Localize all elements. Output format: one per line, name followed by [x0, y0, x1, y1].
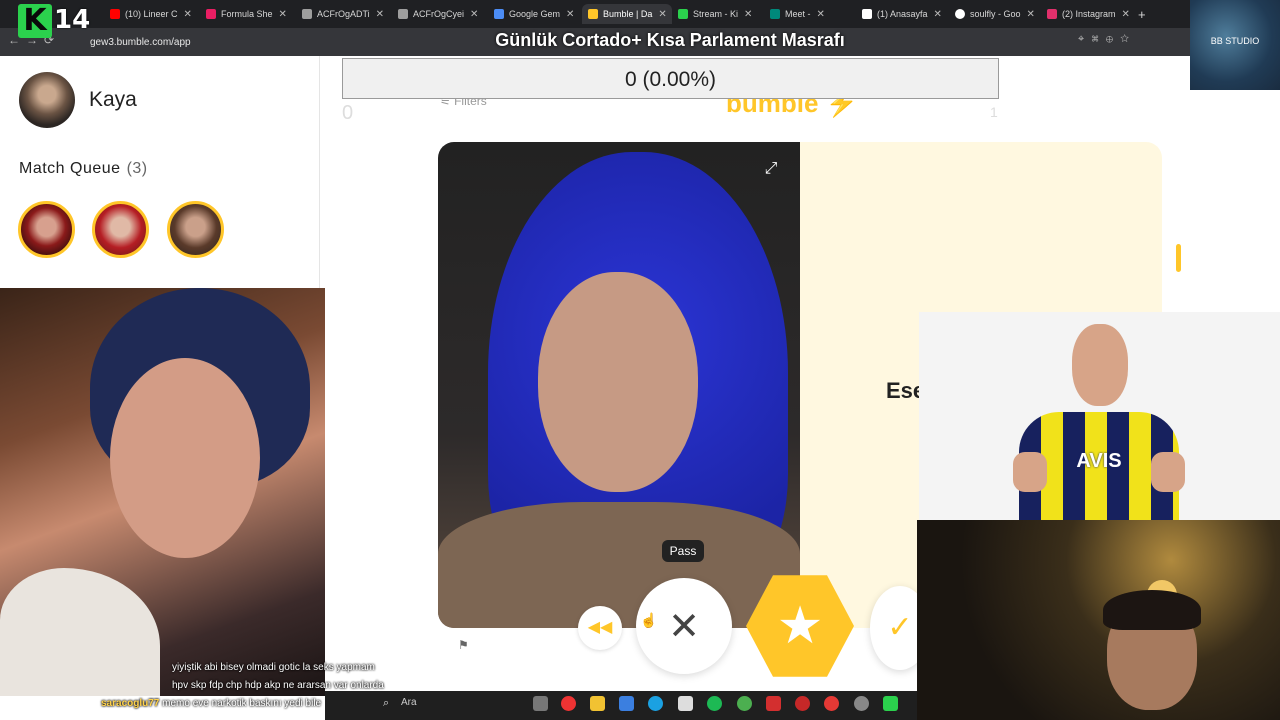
match-queue-count: (3): [126, 160, 148, 177]
browser-tab[interactable]: soulfly - Goo ✕: [955, 4, 1045, 24]
app-icon[interactable]: [883, 696, 898, 711]
cam-face: [110, 358, 260, 558]
check-icon: ✓: [887, 610, 913, 645]
kick-icon: [678, 9, 688, 19]
photo-face: [538, 272, 698, 492]
player-head: [1072, 324, 1128, 406]
store-icon[interactable]: [678, 696, 693, 711]
browser-tab[interactable]: Stream - Ki ✕: [678, 4, 766, 24]
browser-tab[interactable]: Formula She ✕: [206, 4, 302, 24]
scroll-indicator[interactable]: [1176, 244, 1181, 272]
tab-favicon-icon: [206, 9, 216, 19]
search-icon[interactable]: ⌕: [383, 697, 389, 710]
photo-coat: [438, 502, 800, 628]
hand-cursor-icon: ☝: [640, 612, 658, 628]
tab-favicon-icon: [302, 9, 312, 19]
new-tab-button[interactable]: +: [1138, 4, 1152, 24]
browser-tab[interactable]: (10) Lineer C ✕: [110, 4, 206, 24]
expand-icon[interactable]: ⤢: [762, 160, 780, 178]
match-queue-title: Match Queue (3): [19, 160, 148, 178]
close-icon[interactable]: ✕: [744, 9, 752, 20]
browser-tab[interactable]: (2) Instagram ✕: [1047, 4, 1131, 24]
stream-goal-title: Günlük Cortado+ Kısa Parlament Masrafı: [495, 30, 845, 50]
webcam-streamer: [917, 520, 1280, 720]
flag-icon[interactable]: ⚑: [458, 638, 469, 652]
copilot-icon[interactable]: [619, 696, 634, 711]
chat-message: saracoglu77 memo eve narkotik baskını ye…: [101, 698, 322, 709]
chrome-icon[interactable]: [737, 696, 752, 711]
spotify-icon[interactable]: [707, 696, 722, 711]
gemini-icon: [494, 9, 504, 19]
close-icon[interactable]: ✕: [279, 9, 287, 20]
cam-cloth: [0, 568, 160, 696]
youtube-icon: [110, 9, 120, 19]
close-icon: ✕: [668, 604, 700, 648]
left-counter: 0: [342, 102, 354, 124]
chat-message: yiyiştik abi bisey olmadi gotic la seks …: [172, 662, 375, 673]
profile-photo[interactable]: [438, 142, 800, 628]
close-icon[interactable]: ✕: [1027, 9, 1035, 20]
browser-tab[interactable]: (1) Anasayfa ✕: [862, 4, 954, 24]
close-icon[interactable]: ✕: [376, 9, 384, 20]
close-icon[interactable]: ✕: [1122, 9, 1130, 20]
taskbar-search[interactable]: Ara: [401, 697, 417, 708]
app-icon[interactable]: [854, 696, 869, 711]
tab-favicon-icon: [398, 9, 408, 19]
x-icon: [862, 9, 872, 19]
acrobat-icon[interactable]: [766, 696, 781, 711]
chrome-icon[interactable]: [561, 696, 576, 711]
pass-tooltip: Pass: [662, 540, 704, 562]
kick-logo: K: [18, 4, 52, 38]
username[interactable]: Kaya: [89, 88, 137, 112]
task-view-icon[interactable]: [533, 696, 548, 711]
player-hand: [1013, 452, 1047, 492]
logo-number: 14: [54, 5, 91, 35]
close-icon[interactable]: ✕: [817, 9, 825, 20]
streamer-hair: [1103, 590, 1201, 630]
close-icon[interactable]: ✕: [658, 9, 666, 20]
match-queue-avatar[interactable]: [92, 201, 149, 258]
browser-tab[interactable]: Google Gem ✕: [494, 4, 582, 24]
close-icon[interactable]: ✕: [470, 9, 478, 20]
close-icon[interactable]: ✕: [566, 9, 574, 20]
folder-icon[interactable]: [590, 696, 605, 711]
webcam-guest: [0, 288, 325, 696]
player-hand: [1151, 452, 1185, 492]
browser-tab[interactable]: Meet - ✕: [770, 4, 858, 24]
match-queue-avatar[interactable]: [167, 201, 224, 258]
browser-tab-bar: (10) Lineer C ✕ Formula She ✕ ACFrOgADTi ✕ …: [0, 0, 1280, 28]
chat-message: hpv skp fdp chp hdp akp ne ararsan var o…: [172, 680, 384, 691]
rewind-icon: ◀◀: [587, 619, 613, 636]
close-icon[interactable]: ✕: [934, 9, 942, 20]
close-icon[interactable]: ✕: [184, 9, 192, 20]
webcam-photo-player: AVIS: [919, 312, 1280, 520]
bumble-icon: [588, 9, 598, 19]
match-queue-avatar[interactable]: [18, 201, 75, 258]
jersey-sponsor: AVIS: [1076, 450, 1122, 472]
browser-tab[interactable]: ACFrOgCyei ✕: [398, 4, 494, 24]
app-icon[interactable]: [795, 696, 810, 711]
app-icon[interactable]: [824, 696, 839, 711]
edge-icon[interactable]: [648, 696, 663, 711]
instagram-icon: [1047, 9, 1057, 19]
browser-tab[interactable]: ACFrOgADTi ✕: [302, 4, 398, 24]
donation-progress: 0 (0.00%): [342, 58, 999, 99]
match-queue-label: Match Queue: [19, 160, 121, 177]
google-icon: [955, 9, 965, 19]
url-field[interactable]: gew3.bumble.com/app: [90, 34, 420, 51]
meet-icon: [770, 9, 780, 19]
toolbar-icons[interactable]: ⌖⌘⊕☆: [1078, 33, 1136, 46]
rewind-button[interactable]: ◀◀: [578, 606, 622, 650]
avatar[interactable]: [19, 72, 75, 128]
right-counter: 1: [990, 104, 998, 120]
star-icon: ★: [776, 597, 824, 655]
studio-badge: BB STUDIO: [1190, 0, 1280, 90]
browser-tab-active[interactable]: Bumble | Da ✕: [582, 4, 672, 24]
